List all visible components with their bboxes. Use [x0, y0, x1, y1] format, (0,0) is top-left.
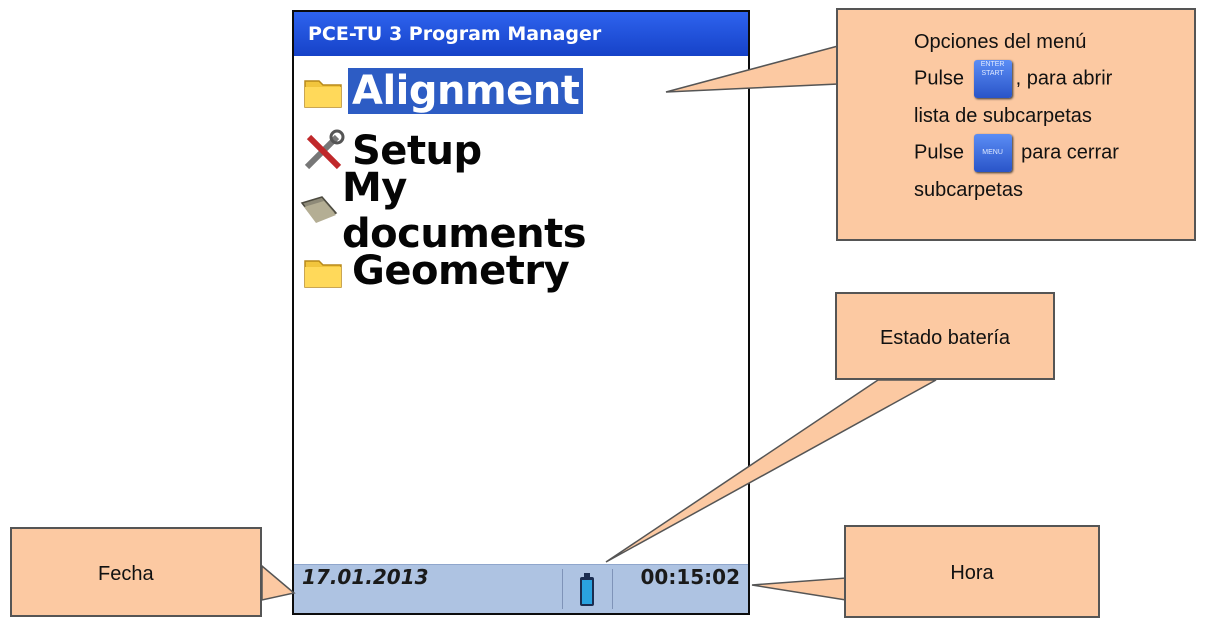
- callout-battery: Estado batería: [835, 292, 1055, 380]
- callout-line: Pulse ENTER START , para abrir: [914, 60, 1194, 98]
- status-divider: [562, 569, 563, 609]
- status-time: 00:15:02: [640, 565, 741, 589]
- callout-date: Fecha: [10, 527, 262, 617]
- callout-text: Pulse: [914, 67, 965, 90]
- enter-start-key-icon: ENTER START: [973, 60, 1012, 98]
- callout-text: Pulse: [914, 141, 965, 164]
- callout-time: Hora: [844, 525, 1100, 618]
- callout-text: para cerrar: [1021, 141, 1119, 164]
- callout-text: , para abrir: [1015, 67, 1113, 90]
- menu-item-alignment[interactable]: Alignment: [298, 64, 584, 118]
- callout-menu-options: Opciones del menú Pulse ENTER START , para…: [836, 8, 1196, 241]
- menu-item-geometry[interactable]: Geometry: [298, 244, 573, 298]
- callout-line: subcarpetas: [914, 179, 1023, 201]
- callout-heading: Opciones del menú: [914, 31, 1087, 53]
- status-bar: 17.01.2013 00:15:02: [294, 564, 748, 613]
- window-title: PCE-TU 3 Program Manager: [294, 12, 748, 56]
- battery-icon: [572, 573, 602, 609]
- callout-line: lista de subcarpetas: [914, 105, 1092, 127]
- menu-item-my-documents[interactable]: My documents: [298, 165, 600, 257]
- documents-icon: [298, 187, 338, 235]
- status-divider: [612, 569, 613, 609]
- callout-line: Pulse MENU para cerrar: [914, 134, 1194, 172]
- device-screen: PCE-TU 3 Program Manager Alignment Setup…: [292, 10, 750, 615]
- key-label: START: [981, 70, 1004, 77]
- menu-item-label: Alignment: [348, 68, 584, 114]
- folder-icon: [298, 67, 348, 115]
- menu-key-icon: MENU: [973, 134, 1012, 172]
- folder-icon: [298, 247, 348, 295]
- menu-item-label: Geometry: [352, 248, 570, 294]
- key-label: ENTER: [980, 61, 1005, 68]
- status-date: 17.01.2013: [302, 565, 429, 589]
